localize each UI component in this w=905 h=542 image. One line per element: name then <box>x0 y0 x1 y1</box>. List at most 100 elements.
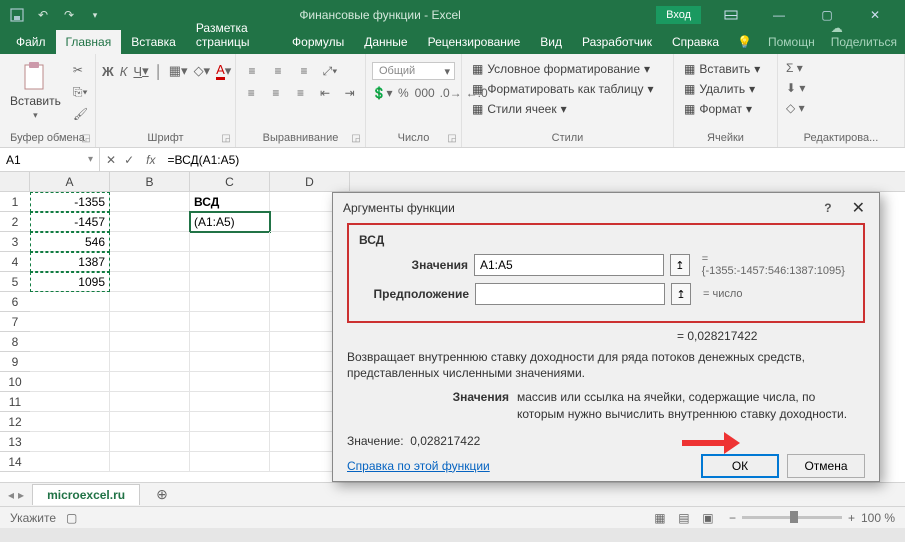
cut-icon[interactable]: ✂ <box>69 60 92 80</box>
tab-data[interactable]: Данные <box>354 30 417 54</box>
arg2-ref-icon[interactable]: ↥ <box>671 283 691 305</box>
fill-button[interactable]: ⬇ ▾ <box>784 80 898 96</box>
paste-button[interactable]: Вставить ▾ <box>6 58 65 123</box>
col-head-d[interactable]: D <box>270 172 350 191</box>
cell-a1[interactable]: -1355 <box>30 192 110 212</box>
row-head-10[interactable]: 10 <box>0 372 30 392</box>
orientation-icon[interactable]: ⤢▾ <box>320 62 340 80</box>
row-head-1[interactable]: 1 <box>0 192 30 212</box>
align-middle-icon[interactable]: ≡ <box>268 62 288 80</box>
zoom-slider[interactable] <box>742 516 842 519</box>
dialog-help-icon[interactable]: ? <box>824 201 831 215</box>
cell-c3[interactable] <box>190 232 270 252</box>
tab-file[interactable]: Файл <box>6 30 56 54</box>
formula-bar[interactable]: =ВСД(A1:A5) <box>161 153 905 167</box>
select-all-corner[interactable] <box>0 172 30 192</box>
tab-formulas[interactable]: Формулы <box>282 30 354 54</box>
align-left-icon[interactable]: ≡ <box>242 84 261 102</box>
row-head-4[interactable]: 4 <box>0 252 30 272</box>
indent-dec-icon[interactable]: ⇤ <box>316 84 335 102</box>
view-normal-icon[interactable]: ▦ <box>649 509 671 527</box>
insert-cells-button[interactable]: ▦ Вставить ▾ <box>680 60 771 78</box>
cell-c2[interactable]: (A1:A5) <box>190 212 270 232</box>
cell-b1[interactable] <box>110 192 190 212</box>
format-painter-icon[interactable]: 🖌 <box>69 104 92 124</box>
row-head-8[interactable]: 8 <box>0 332 30 352</box>
row-head-12[interactable]: 12 <box>0 412 30 432</box>
clear-button[interactable]: ◇ ▾ <box>784 100 898 116</box>
cell-c5[interactable] <box>190 272 270 292</box>
autosum-button[interactable]: Σ ▾ <box>784 60 898 76</box>
undo-icon[interactable]: ↶ <box>34 6 52 24</box>
arg1-ref-icon[interactable]: ↥ <box>670 254 690 276</box>
row-head-3[interactable]: 3 <box>0 232 30 252</box>
ok-button[interactable]: ОК <box>701 454 779 478</box>
name-box[interactable]: A1 <box>0 148 100 171</box>
row-head-11[interactable]: 11 <box>0 392 30 412</box>
percent-icon[interactable]: % <box>398 84 409 102</box>
arg2-input[interactable] <box>475 283 665 305</box>
row-head-5[interactable]: 5 <box>0 272 30 292</box>
function-help-link[interactable]: Справка по этой функции <box>347 459 490 473</box>
zoom-level[interactable]: 100 % <box>861 511 895 525</box>
cell-a6[interactable] <box>30 292 110 312</box>
cell-b4[interactable] <box>110 252 190 272</box>
cell-styles-button[interactable]: ▦ Стили ячеек ▾ <box>468 100 667 118</box>
row-head-7[interactable]: 7 <box>0 312 30 332</box>
cell-b3[interactable] <box>110 232 190 252</box>
row-head-6[interactable]: 6 <box>0 292 30 312</box>
clipboard-launcher-icon[interactable]: ◲ <box>79 131 93 145</box>
align-right-icon[interactable]: ≡ <box>291 84 310 102</box>
add-sheet-icon[interactable]: ⊕ <box>148 486 176 503</box>
view-break-icon[interactable]: ▣ <box>697 509 719 527</box>
font-launcher-icon[interactable]: ◲ <box>219 131 233 145</box>
format-cells-button[interactable]: ▦ Формат ▾ <box>680 100 771 118</box>
tab-view[interactable]: Вид <box>530 30 572 54</box>
tab-insert[interactable]: Вставка <box>121 30 186 54</box>
bold-button[interactable]: Ж <box>102 62 114 80</box>
col-head-a[interactable]: A <box>30 172 110 191</box>
qat-dropdown-icon[interactable]: ▾ <box>86 6 104 24</box>
cell-a5[interactable]: 1095 <box>30 272 110 292</box>
font-color-button[interactable]: A▾ <box>216 62 231 80</box>
format-as-table-button[interactable]: ▦ Форматировать как таблицу ▾ <box>468 80 667 98</box>
conditional-format-button[interactable]: ▦ Условное форматирование ▾ <box>468 60 667 78</box>
fill-color-button[interactable]: ◇▾ <box>194 62 211 80</box>
underline-button[interactable]: Ч▾ <box>133 62 148 80</box>
redo-icon[interactable]: ↷ <box>60 6 78 24</box>
number-launcher-icon[interactable]: ◲ <box>445 131 459 145</box>
minimize-icon[interactable]: — <box>757 1 801 29</box>
cell-c1[interactable]: ВСД <box>190 192 270 212</box>
zoom-in-icon[interactable]: + <box>848 511 855 525</box>
macro-record-icon[interactable]: ▢ <box>66 511 77 525</box>
arg1-input[interactable] <box>474 254 664 276</box>
cancel-formula-icon[interactable]: ✕ <box>106 153 116 167</box>
inc-decimal-icon[interactable]: .0→ <box>441 84 461 102</box>
align-center-icon[interactable]: ≡ <box>267 84 286 102</box>
italic-button[interactable]: К <box>120 62 128 80</box>
share-button[interactable]: ☁ Поделиться <box>823 16 905 54</box>
align-top-icon[interactable]: ≡ <box>242 62 262 80</box>
number-format-combo[interactable]: Общий <box>372 62 455 80</box>
fx-icon[interactable]: fx <box>140 153 161 167</box>
tell-me[interactable]: Помощн <box>760 30 823 54</box>
row-head-9[interactable]: 9 <box>0 352 30 372</box>
align-bottom-icon[interactable]: ≡ <box>294 62 314 80</box>
sheet-nav-next-icon[interactable]: ▸ <box>18 488 24 502</box>
cancel-button[interactable]: Отмена <box>787 454 865 478</box>
row-head-2[interactable]: 2 <box>0 212 30 232</box>
col-head-c[interactable]: C <box>190 172 270 191</box>
sheet-tab[interactable]: microexcel.ru <box>32 484 140 505</box>
tab-home[interactable]: Главная <box>56 30 122 54</box>
cell-c4[interactable] <box>190 252 270 272</box>
enter-formula-icon[interactable]: ✓ <box>124 153 134 167</box>
cell-a3[interactable]: 546 <box>30 232 110 252</box>
zoom-out-icon[interactable]: − <box>729 511 736 525</box>
cell-b2[interactable] <box>110 212 190 232</box>
indent-inc-icon[interactable]: ⇥ <box>340 84 359 102</box>
tell-me-icon[interactable]: 💡 <box>729 30 760 54</box>
cell-b5[interactable] <box>110 272 190 292</box>
tab-help[interactable]: Справка <box>662 30 729 54</box>
row-head-14[interactable]: 14 <box>0 452 30 472</box>
sheet-nav-prev-icon[interactable]: ◂ <box>8 488 14 502</box>
